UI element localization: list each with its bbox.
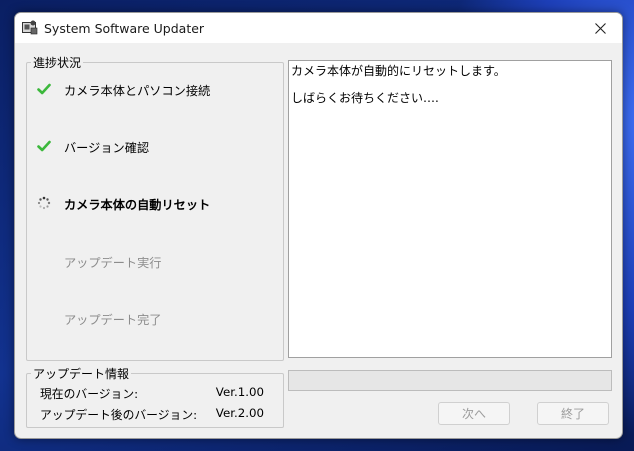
update-info-label: アップデート情報 bbox=[31, 365, 132, 382]
step-update-complete: アップデート完了 bbox=[64, 313, 162, 327]
check-icon bbox=[37, 82, 51, 96]
step-update-run: アップデート実行 bbox=[64, 256, 162, 270]
window-title: System Software Updater bbox=[44, 21, 205, 36]
message-textbox[interactable]: カメラ本体が自動的にリセットします。 しばらくお待ちください…. bbox=[288, 60, 612, 358]
step-auto-reset: カメラ本体の自動リセット bbox=[64, 198, 211, 212]
next-button[interactable]: 次へ bbox=[438, 402, 510, 425]
updater-window: System Software Updater 進捗状況 カメラ本体とパソコン接… bbox=[14, 12, 623, 439]
message-line: しばらくお待ちください…. bbox=[291, 91, 439, 105]
update-progress-bar bbox=[288, 370, 612, 391]
finish-button[interactable]: 終了 bbox=[537, 402, 609, 425]
current-version-label: 現在のバージョン: bbox=[40, 387, 139, 401]
close-icon bbox=[594, 22, 606, 34]
step-version-check: バージョン確認 bbox=[64, 141, 150, 155]
message-line: カメラ本体が自動的にリセットします。 bbox=[291, 64, 506, 78]
step-connect: カメラ本体とパソコン接続 bbox=[64, 84, 211, 98]
title-bar[interactable]: System Software Updater bbox=[15, 13, 622, 43]
target-version-label: アップデート後のバージョン: bbox=[40, 408, 198, 422]
progress-group-label: 進捗状況 bbox=[31, 54, 84, 71]
app-icon bbox=[22, 20, 38, 35]
check-icon bbox=[37, 139, 51, 153]
close-button[interactable] bbox=[578, 13, 622, 43]
spinner-icon bbox=[37, 196, 51, 210]
current-version-value: Ver.1.00 bbox=[215, 385, 264, 399]
target-version-value: Ver.2.00 bbox=[215, 406, 264, 420]
